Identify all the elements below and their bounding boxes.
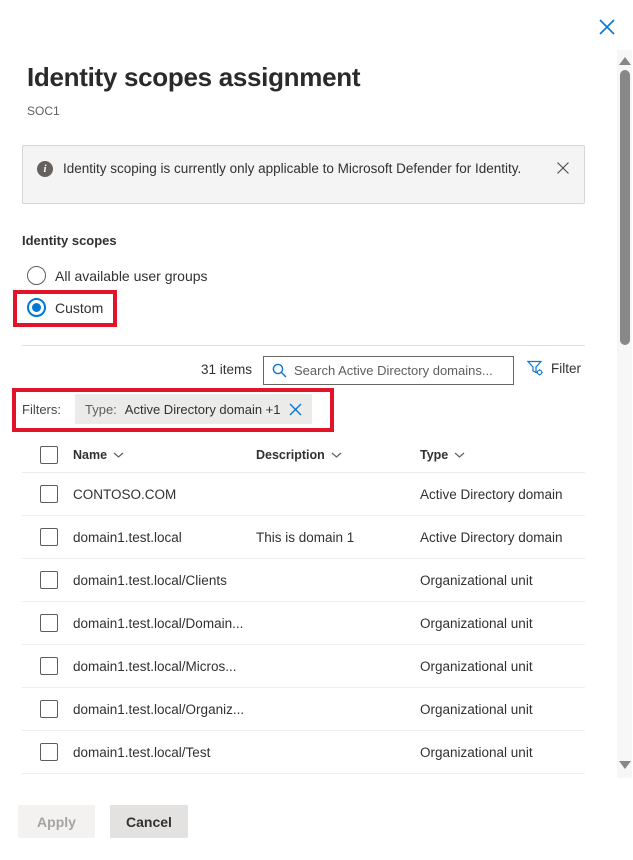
radio-custom[interactable]: Custom bbox=[27, 298, 103, 317]
row-checkbox[interactable] bbox=[40, 657, 58, 675]
select-all-checkbox[interactable] bbox=[40, 446, 58, 464]
column-header-name[interactable]: Name bbox=[73, 448, 256, 462]
chevron-down-icon bbox=[113, 452, 124, 458]
filter-icon bbox=[527, 360, 544, 376]
scroll-down-icon[interactable] bbox=[619, 761, 631, 769]
page-title: Identity scopes assignment bbox=[27, 62, 360, 93]
scopes-table: Name Description Type CONTOSO.COM Active … bbox=[22, 438, 585, 774]
search-icon bbox=[272, 363, 287, 378]
row-type: Active Directory domain bbox=[420, 487, 585, 502]
radio-label: All available user groups bbox=[55, 268, 208, 284]
info-banner: i Identity scoping is currently only app… bbox=[22, 145, 585, 204]
row-type: Organizational unit bbox=[420, 659, 585, 674]
banner-dismiss-icon[interactable] bbox=[556, 161, 570, 175]
chevron-down-icon bbox=[331, 452, 342, 458]
row-type: Organizational unit bbox=[420, 745, 585, 760]
table-row[interactable]: domain1.test.local/Micros... Organization… bbox=[22, 645, 585, 688]
filter-chip-remove-icon[interactable] bbox=[289, 403, 302, 416]
table-body: CONTOSO.COMActive Directory domaindomain… bbox=[22, 473, 585, 774]
filters-label: Filters: bbox=[22, 402, 61, 417]
cancel-button[interactable]: Cancel bbox=[110, 805, 188, 838]
scroll-up-icon[interactable] bbox=[619, 57, 631, 65]
row-type: Organizational unit bbox=[420, 616, 585, 631]
table-row[interactable]: domain1.test.local/Clients Organizational… bbox=[22, 559, 585, 602]
row-type: Organizational unit bbox=[420, 573, 585, 588]
scrollbar-thumb[interactable] bbox=[620, 70, 630, 345]
table-row[interactable]: domain1.test.local/Domain... Organization… bbox=[22, 602, 585, 645]
row-description: This is domain 1 bbox=[256, 530, 420, 545]
row-type: Active Directory domain bbox=[420, 530, 585, 545]
radio-all-user-groups[interactable]: All available user groups bbox=[27, 266, 208, 285]
row-type: Organizational unit bbox=[420, 702, 585, 717]
table-row[interactable]: CONTOSO.COM Active Directory domain bbox=[22, 473, 585, 516]
row-checkbox[interactable] bbox=[40, 743, 58, 761]
table-row[interactable]: domain1.test.local/Organiz... Organizatio… bbox=[22, 688, 585, 731]
row-checkbox[interactable] bbox=[40, 700, 58, 718]
column-header-description[interactable]: Description bbox=[256, 448, 420, 462]
filter-label: Filter bbox=[551, 361, 581, 376]
row-name: domain1.test.local/Test bbox=[73, 745, 256, 760]
chevron-down-icon bbox=[454, 452, 465, 458]
row-name: domain1.test.local/Micros... bbox=[73, 659, 256, 674]
radio-label: Custom bbox=[55, 300, 103, 316]
info-icon: i bbox=[37, 161, 53, 177]
table-row[interactable]: domain1.test.localThis is domain 1Active… bbox=[22, 516, 585, 559]
scrollbar[interactable] bbox=[617, 50, 632, 778]
row-name: CONTOSO.COM bbox=[73, 487, 256, 502]
row-checkbox[interactable] bbox=[40, 485, 58, 503]
close-icon[interactable] bbox=[598, 18, 616, 36]
row-name: domain1.test.local/Organiz... bbox=[73, 702, 256, 717]
apply-button[interactable]: Apply bbox=[18, 805, 95, 838]
row-name: domain1.test.local/Domain... bbox=[73, 616, 256, 631]
radio-circle[interactable] bbox=[27, 298, 46, 317]
filter-chip[interactable]: Type: Active Directory domain +1 bbox=[75, 394, 312, 424]
identity-scopes-label: Identity scopes bbox=[22, 233, 117, 248]
radio-circle[interactable] bbox=[27, 266, 46, 285]
table-row[interactable]: domain1.test.local/Test Organizational un… bbox=[22, 731, 585, 774]
section-divider bbox=[22, 345, 585, 346]
items-count: 31 items bbox=[196, 362, 252, 377]
row-name: domain1.test.local bbox=[73, 530, 256, 545]
search-input[interactable] bbox=[294, 363, 505, 378]
row-checkbox[interactable] bbox=[40, 528, 58, 546]
filter-chip-value: Active Directory domain +1 bbox=[125, 402, 281, 417]
row-name: domain1.test.local/Clients bbox=[73, 573, 256, 588]
row-checkbox[interactable] bbox=[40, 571, 58, 589]
page-subtitle: SOC1 bbox=[27, 104, 60, 118]
identity-scopes-panel: Identity scopes assignment SOC1 i Identi… bbox=[0, 0, 633, 860]
search-box[interactable] bbox=[263, 356, 514, 385]
filter-chip-prefix: Type: bbox=[85, 402, 117, 417]
column-header-type[interactable]: Type bbox=[420, 448, 585, 462]
row-checkbox[interactable] bbox=[40, 614, 58, 632]
table-header: Name Description Type bbox=[22, 438, 585, 473]
banner-message: Identity scoping is currently only appli… bbox=[63, 159, 523, 179]
filter-button[interactable]: Filter bbox=[527, 360, 581, 376]
